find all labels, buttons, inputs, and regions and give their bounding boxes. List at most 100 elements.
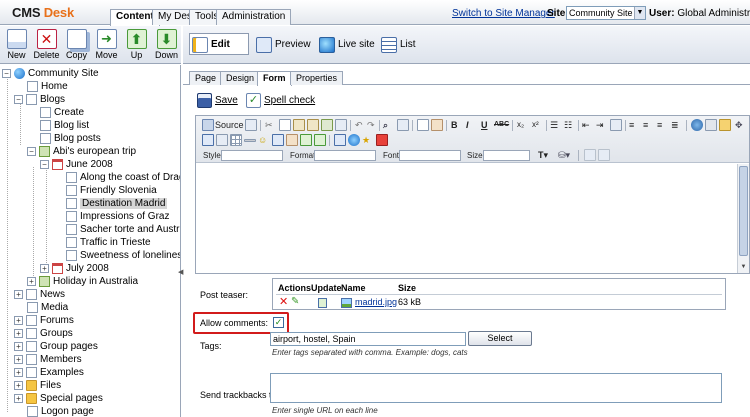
tree-node-post[interactable]: Sacher torte and Austria [66,223,180,236]
expand-icon[interactable]: + [40,263,49,273]
star-icon[interactable]: ★ [362,134,370,146]
copy-button[interactable]: Copy [63,29,90,62]
tree-node-special-pages[interactable]: + Special pages [14,392,103,405]
superscript-icon[interactable]: x² [532,119,539,131]
maximize-icon[interactable]: ✥ [735,119,743,131]
select-all-icon[interactable] [417,119,429,131]
tree-node-june-2008[interactable]: − June 2008 [40,158,113,171]
copy-icon[interactable] [279,119,291,131]
paste-icon[interactable] [293,119,305,131]
paste-word-icon[interactable] [321,119,333,131]
horizontal-rule-icon[interactable] [244,139,256,142]
tree-node-july-2008[interactable]: + July 2008 [40,262,109,275]
tree-node-forums[interactable]: + Forums [14,314,74,327]
numbered-list-icon[interactable]: ☰ [550,119,558,131]
insert-inline-control-icon[interactable] [348,134,360,146]
expand-icon[interactable]: + [27,276,36,286]
remove-format-icon[interactable] [431,119,443,131]
tree-node-post-selected[interactable]: Destination Madrid [66,197,168,210]
live-site-button[interactable]: Live site [317,34,375,56]
cut-icon[interactable]: ✂ [265,119,273,131]
insert-widget-icon[interactable] [300,134,312,146]
tree-node-blog-posts[interactable]: Blog posts [40,132,101,145]
tree-node-home[interactable]: Home [27,80,68,93]
align-right-icon[interactable]: ≡ [657,119,662,131]
expand-icon[interactable]: + [14,393,23,403]
font-select[interactable] [399,150,461,161]
select-tags-button[interactable]: Select [468,331,532,346]
italic-button[interactable]: I [466,119,469,131]
delete-button[interactable]: ✕ Delete [33,29,60,62]
align-center-icon[interactable]: ≡ [643,119,648,131]
insert-macro-icon[interactable] [314,134,326,146]
expand-icon[interactable]: + [14,289,23,299]
insert-form-icon[interactable] [334,134,346,146]
tree-node-files[interactable]: + Files [14,379,61,392]
paste-text-icon[interactable] [307,119,319,131]
tree-node-examples[interactable]: + Examples [14,366,84,379]
expand-icon[interactable]: + [14,367,23,377]
insert-media-icon[interactable] [216,134,228,146]
outdent-icon[interactable]: ⇤ [582,119,590,131]
smiley-icon[interactable]: ☺ [258,134,267,146]
tree-node-blog-list[interactable]: Blog list [40,119,89,132]
insert-youtube-icon[interactable] [376,134,388,146]
expand-icon[interactable]: + [14,328,23,338]
background-color-icon[interactable]: ⛁▾ [558,149,570,161]
switch-to-site-manager-link[interactable]: Switch to Site Manager [452,8,555,19]
align-left-icon[interactable]: ≡ [629,119,634,131]
tree-node-community-site[interactable]: − Community Site [2,67,99,80]
tree-node-groups[interactable]: + Groups [14,327,73,340]
strikethrough-button[interactable]: ABC [494,119,509,131]
expand-icon[interactable]: + [14,341,23,351]
subscript-icon[interactable]: x₂ [517,119,524,131]
save-button[interactable]: Save [197,93,238,109]
about-icon[interactable] [598,149,610,161]
collapse-icon[interactable]: − [40,159,49,169]
update-attachment-icon[interactable] [318,298,327,308]
source-button-label[interactable]: Source [215,119,244,131]
print-icon[interactable] [335,119,347,131]
collapse-icon[interactable]: − [2,68,11,78]
tree-node-post[interactable]: Sweetness of loneliness [66,249,180,262]
tree-node-members[interactable]: + Members [14,353,82,366]
insert-image-icon[interactable] [202,134,214,146]
insert-table-icon[interactable] [230,134,242,146]
justify-icon[interactable]: ≣ [671,119,679,131]
collapse-pane-arrow-icon[interactable]: ◀ [178,268,183,280]
expand-icon[interactable]: + [14,315,23,325]
style-select[interactable] [221,150,283,161]
underline-button[interactable]: U [481,119,488,131]
format-select[interactable] [314,150,376,161]
blockquote-icon[interactable] [610,119,622,131]
replace-icon[interactable] [397,119,409,131]
tree-node-post[interactable]: Traffic in Trieste [66,236,151,249]
editor-content-area[interactable] [196,164,736,273]
tree-node-post[interactable]: Along the coast of Drago [66,171,180,184]
tab-form[interactable]: Form [257,71,292,86]
tree-node-create[interactable]: Create [40,106,84,119]
new-button[interactable]: New [3,29,30,62]
show-blocks-icon[interactable] [584,149,596,161]
down-button[interactable]: ⬇ Down [153,29,180,62]
tab-administration[interactable]: Administration [216,9,292,25]
preview-doc-icon[interactable] [245,119,257,131]
collapse-icon[interactable]: − [14,94,23,104]
unlink-icon[interactable] [705,119,717,131]
tab-page[interactable]: Page [189,71,223,85]
list-mode-button[interactable]: List [379,34,416,56]
special-char-icon[interactable] [272,134,284,146]
tree-node-holiday-in-australia[interactable]: + Holiday in Australia [27,275,138,288]
redo-icon[interactable]: ↷ [367,119,375,131]
indent-icon[interactable]: ⇥ [596,119,604,131]
move-button[interactable]: ➜ Move [93,29,120,62]
tree-node-abis-european-trip[interactable]: − Abi's european trip [27,145,136,158]
scroll-down-arrow-icon[interactable]: ▼ [739,263,748,272]
spell-check-button[interactable]: ✓ Spell check [246,93,315,109]
bold-button[interactable]: B [451,119,458,131]
edit-mode-button[interactable]: Edit [189,33,249,55]
tree-node-group-pages[interactable]: + Group pages [14,340,98,353]
size-select[interactable] [483,150,530,161]
tree-node-media[interactable]: Media [27,301,68,314]
tree-node-blogs[interactable]: − Blogs [14,93,65,106]
